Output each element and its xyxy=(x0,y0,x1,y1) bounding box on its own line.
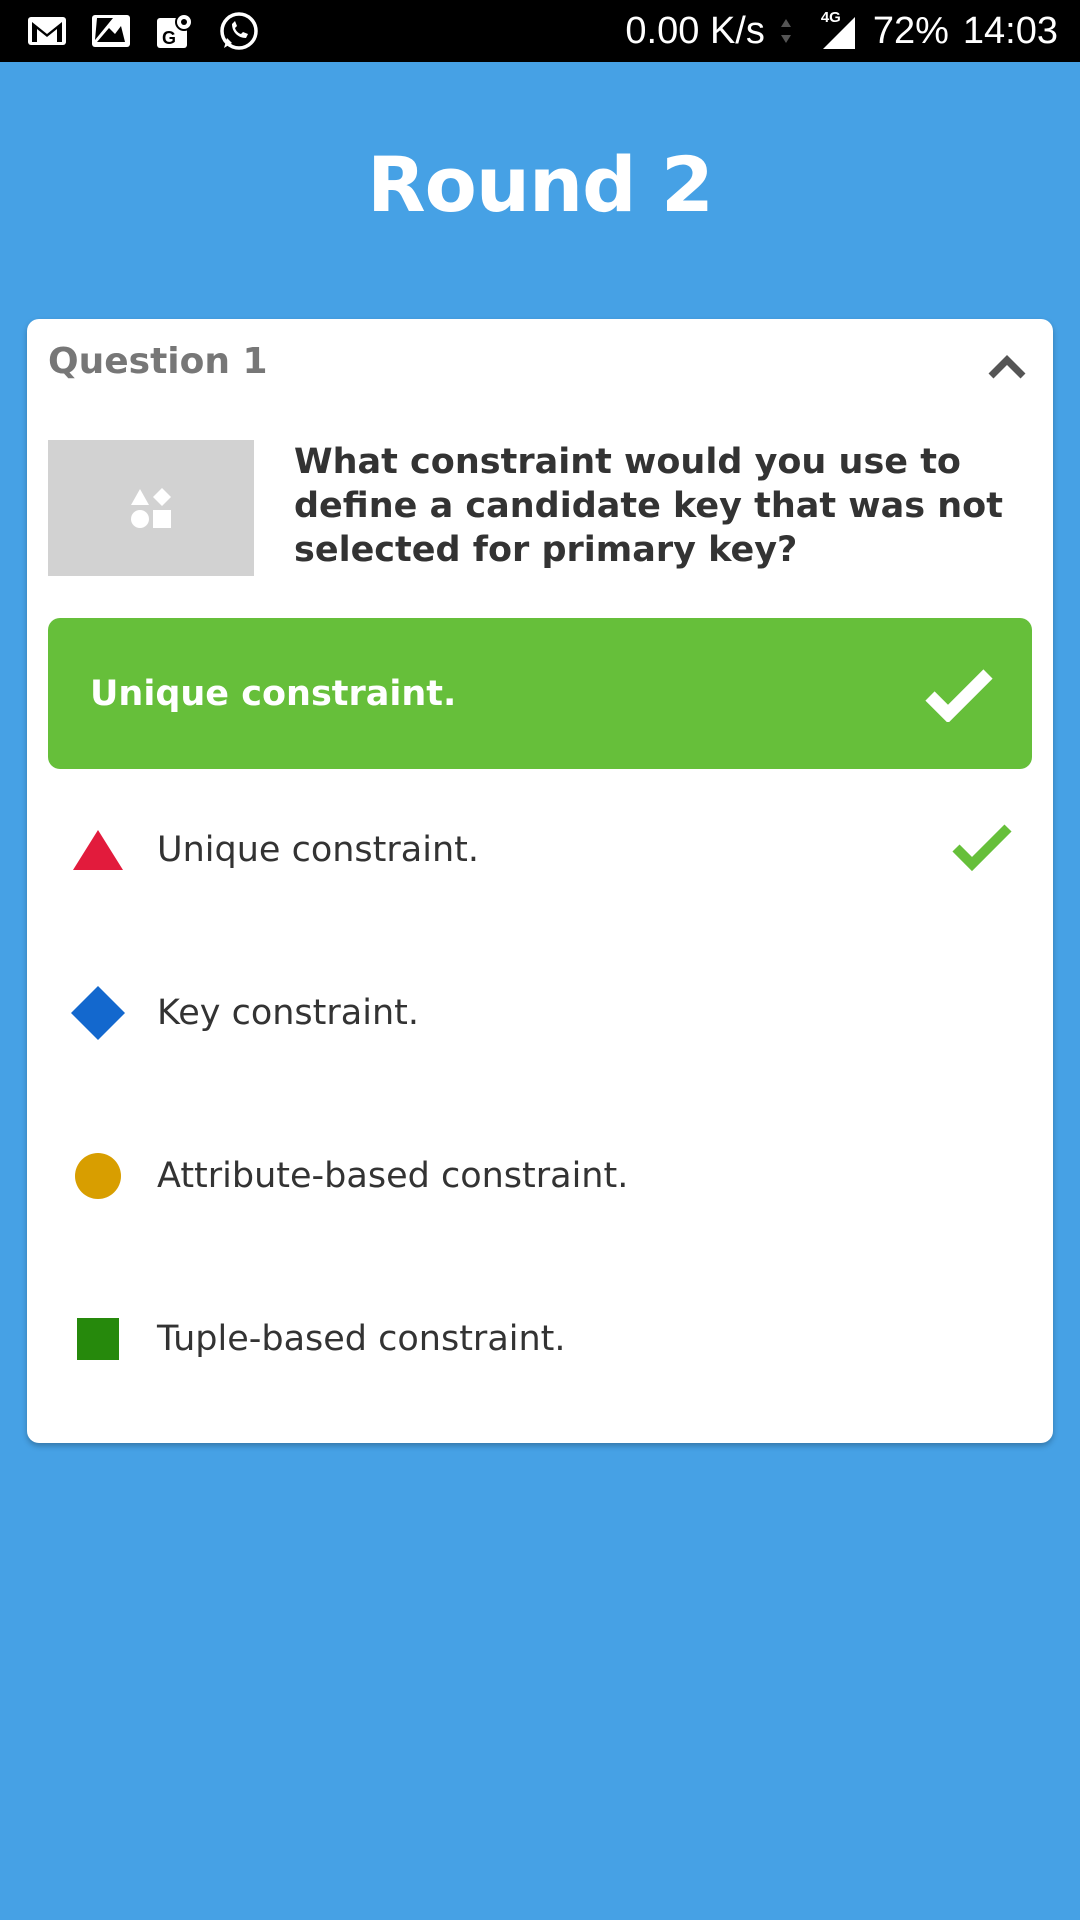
whatsapp-icon xyxy=(218,10,260,52)
question-label: Question 1 xyxy=(48,341,268,382)
status-bar: G 0.00 K/s 4G 72% 14:03 xyxy=(0,0,1080,62)
diamond-icon xyxy=(48,978,148,1048)
answer-option-1[interactable]: Unique constraint. xyxy=(48,790,1032,910)
answer-option-4[interactable]: Tuple-based constraint. xyxy=(48,1279,1032,1399)
correct-check-icon xyxy=(952,824,1012,872)
option-label: Tuple-based constraint. xyxy=(157,1319,566,1359)
collapse-button[interactable] xyxy=(985,347,1029,387)
question-image-placeholder xyxy=(48,440,254,576)
square-icon xyxy=(48,1304,148,1374)
question-text: What constraint would you use to define … xyxy=(294,442,1003,570)
answer-option-3[interactable]: Attribute-based constraint. xyxy=(48,1116,1032,1236)
gmail-icon xyxy=(26,10,68,52)
option-label: Key constraint. xyxy=(157,993,419,1033)
clock: 14:03 xyxy=(962,9,1058,52)
option-label: Unique constraint. xyxy=(157,830,479,870)
data-arrows-icon xyxy=(780,19,791,43)
question-card: Question 1 What constraint would you use… xyxy=(27,319,1053,1443)
correct-answer-banner: Unique constraint. xyxy=(48,618,1032,769)
shapes-icon xyxy=(131,488,171,528)
triangle-icon xyxy=(48,815,148,885)
checkmark-icon xyxy=(925,668,993,722)
answer-option-2[interactable]: Key constraint. xyxy=(48,953,1032,1073)
photo-icon xyxy=(90,10,132,52)
maps-icon: G xyxy=(154,10,196,52)
round-title: Round 2 xyxy=(367,140,714,229)
circle-icon xyxy=(48,1141,148,1211)
svg-text:G: G xyxy=(162,28,176,48)
chevron-up-icon xyxy=(988,355,1026,379)
signal-icon: 4G xyxy=(807,9,859,51)
battery-percent: 72% xyxy=(872,9,949,52)
option-label: Attribute-based constraint. xyxy=(157,1156,629,1196)
net-speed: 0.00 K/s xyxy=(625,9,765,52)
correct-answer-text: Unique constraint. xyxy=(90,673,457,714)
